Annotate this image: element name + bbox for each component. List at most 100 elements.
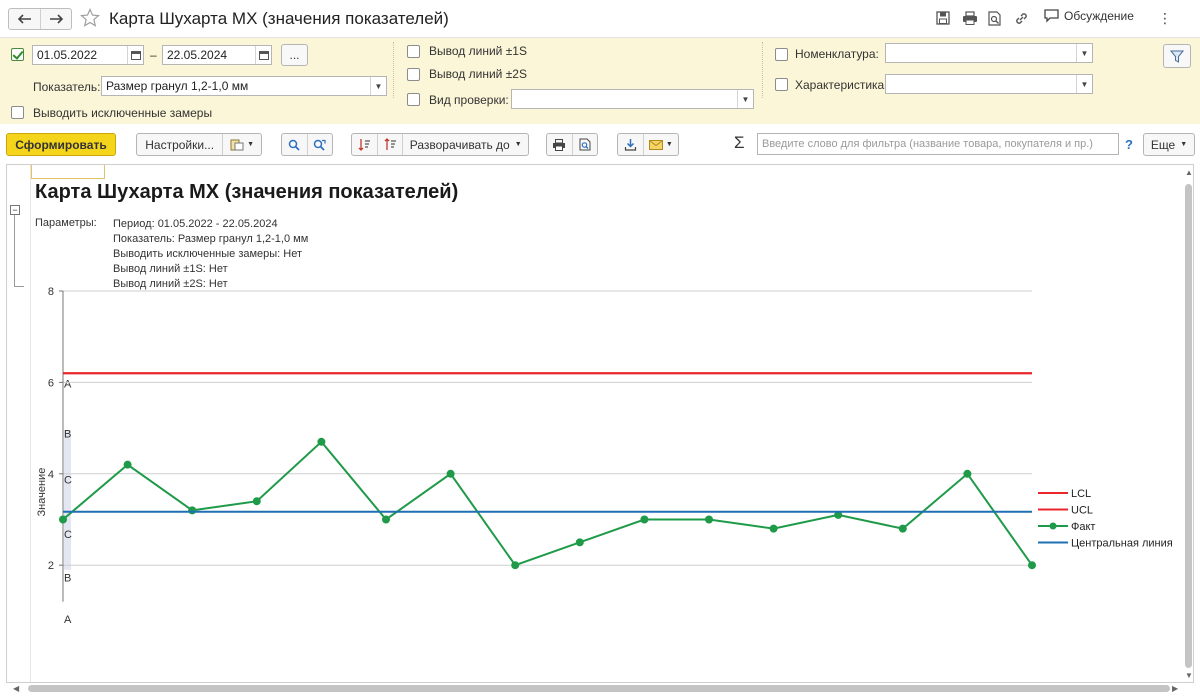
- check-type-select[interactable]: ▼: [511, 89, 754, 109]
- zone-label: B: [64, 573, 71, 585]
- vertical-scrollbar-thumb[interactable]: [1185, 184, 1192, 668]
- variant-menu-button[interactable]: ▼: [223, 138, 261, 151]
- chevron-down-icon[interactable]: ▼: [370, 77, 386, 95]
- horizontal-scrollbar-thumb[interactable]: [28, 685, 1170, 692]
- data-point: [382, 515, 390, 524]
- nomenclature-checkbox[interactable]: [775, 48, 788, 61]
- check-type-label: Вид проверки:: [429, 93, 509, 107]
- nomenclature-select[interactable]: ▼: [885, 43, 1093, 63]
- chevron-down-icon: ▼: [665, 141, 673, 148]
- sort-asc-button[interactable]: [352, 138, 377, 151]
- preview-button[interactable]: [573, 138, 598, 151]
- link-icon[interactable]: [1014, 11, 1029, 29]
- chevron-down-icon[interactable]: ▼: [1076, 44, 1092, 62]
- zone-band: [64, 430, 71, 570]
- scroll-down-arrow-icon[interactable]: ▼: [1185, 671, 1193, 680]
- discussion-button[interactable]: Обсуждение: [1044, 9, 1134, 23]
- chat-icon: [1044, 9, 1059, 23]
- scroll-right-arrow-icon[interactable]: ▶: [1172, 684, 1178, 693]
- characteristic-select[interactable]: ▼: [885, 74, 1093, 94]
- sort-desc-button[interactable]: [378, 138, 403, 151]
- show-excluded-label: Выводить исключенные замеры: [33, 106, 213, 120]
- check-type-checkbox[interactable]: [407, 93, 420, 106]
- chevron-down-icon: ▼: [247, 141, 255, 148]
- line-1s-checkbox[interactable]: [407, 45, 420, 58]
- legend-label: Центральная линия: [1071, 538, 1173, 550]
- forward-button[interactable]: [40, 9, 71, 29]
- print-icon[interactable]: [962, 11, 978, 28]
- sort-lines-icon: [384, 138, 396, 150]
- characteristic-checkbox[interactable]: [775, 78, 788, 91]
- chevron-down-icon[interactable]: ▼: [1076, 75, 1092, 93]
- show-excluded-checkbox[interactable]: [11, 106, 24, 119]
- print-icon: [553, 138, 566, 151]
- date-from-field[interactable]: 01.05.2022: [32, 45, 144, 65]
- send-email-button[interactable]: ▼: [644, 139, 678, 150]
- save-file-button[interactable]: [618, 138, 643, 151]
- data-point: [705, 515, 713, 524]
- nav-buttons: [8, 8, 72, 30]
- back-button[interactable]: [9, 9, 40, 29]
- calendar-icon[interactable]: [255, 46, 271, 64]
- nomenclature-label: Номенклатура:: [795, 47, 879, 61]
- settings-button[interactable]: Настройки...: [137, 138, 222, 152]
- chevron-down-icon[interactable]: ▼: [737, 90, 753, 108]
- indicator-label: Показатель:: [33, 80, 101, 94]
- data-point: [511, 561, 520, 570]
- period-select-button[interactable]: ...: [281, 44, 308, 66]
- line-1s-label: Вывод линий ±1S: [429, 44, 527, 58]
- indicator-select[interactable]: Размер гранул 1,2-1,0 мм ▼: [101, 76, 387, 96]
- print-button[interactable]: [547, 138, 572, 151]
- search-next-button[interactable]: [308, 139, 333, 151]
- favorite-star-icon[interactable]: [80, 8, 100, 31]
- period-checkbox[interactable]: [11, 48, 24, 61]
- help-button[interactable]: ?: [1125, 137, 1133, 152]
- preview-icon[interactable]: [988, 11, 1002, 29]
- preview-icon: [579, 138, 591, 151]
- date-to-field[interactable]: 22.05.2024: [162, 45, 272, 65]
- data-point: [575, 538, 584, 547]
- arrow-left-icon: [17, 14, 31, 24]
- search-button[interactable]: [282, 139, 307, 151]
- more-label: Еще: [1150, 137, 1176, 152]
- discussion-label: Обсуждение: [1064, 9, 1134, 23]
- data-point: [640, 515, 649, 524]
- filter-panel: 01.05.2022 – 22.05.2024 ... Показатель: …: [0, 38, 1200, 124]
- filter-button[interactable]: [1163, 44, 1191, 68]
- zone-label: A: [64, 378, 72, 390]
- shewhart-chart: A B C C B A 2 4 6 8 Значение LCL UCL Факт Центральная …: [36, 286, 1173, 626]
- data-point: [446, 469, 455, 478]
- scroll-left-arrow-icon[interactable]: ◀: [13, 684, 19, 693]
- scroll-up-arrow-icon[interactable]: ▲: [1185, 168, 1193, 177]
- series-line: [62, 440, 1033, 567]
- search-icon: [289, 139, 300, 151]
- line-2s-checkbox[interactable]: [407, 68, 420, 81]
- date-separator: –: [150, 48, 157, 62]
- date-to-value: 22.05.2024: [167, 48, 228, 62]
- more-menu-icon[interactable]: ⋮: [1158, 10, 1172, 27]
- data-point: [252, 497, 261, 506]
- data-point: [123, 460, 132, 469]
- zone-label: B: [64, 429, 71, 441]
- settings-button-group: Настройки... ▼: [136, 133, 262, 156]
- filter-search-input[interactable]: Введите слово для фильтра (название това…: [757, 133, 1119, 155]
- export-button-group: ▼: [617, 133, 679, 156]
- divider: [393, 42, 394, 98]
- search-button-group: [281, 133, 333, 156]
- legend-label: LCL: [1071, 488, 1091, 500]
- save-icon[interactable]: [936, 11, 950, 28]
- generate-button[interactable]: Сформировать: [6, 133, 116, 156]
- characteristic-label: Характеристика:: [795, 78, 888, 92]
- line-2s-label: Вывод линий ±2S: [429, 67, 527, 81]
- expand-to-button[interactable]: Разворачивать до ▼: [403, 138, 528, 152]
- report-area[interactable]: − Карта Шухарта MX (значения показателей…: [6, 164, 1194, 683]
- calendar-icon[interactable]: [127, 46, 143, 64]
- expand-to-label: Разворачивать до: [409, 137, 510, 152]
- data-point: [59, 515, 67, 524]
- more-button[interactable]: Еще ▼: [1143, 133, 1195, 156]
- sort-lines-icon: [358, 139, 370, 151]
- y-tick-label: 4: [48, 469, 54, 481]
- data-point: [317, 437, 326, 446]
- chevron-down-icon: ▼: [1180, 141, 1188, 148]
- sum-icon[interactable]: Σ: [734, 133, 745, 153]
